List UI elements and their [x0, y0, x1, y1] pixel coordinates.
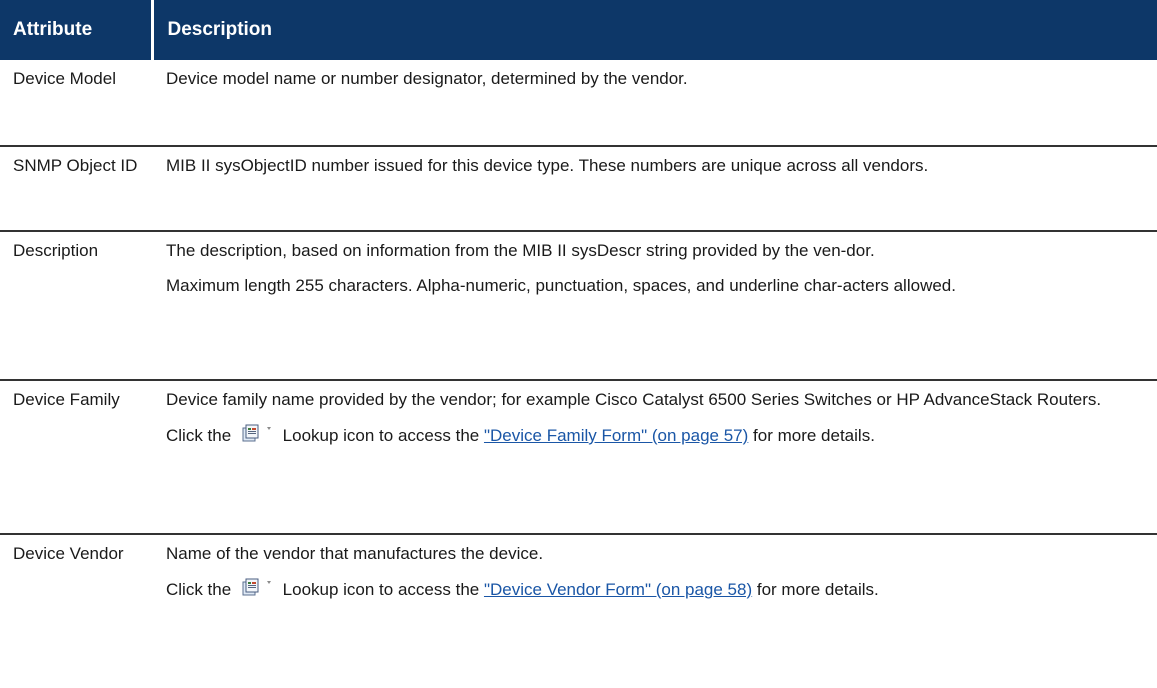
lookup-text-after: Lookup icon to access the: [282, 426, 480, 445]
device-vendor-form-link[interactable]: "Device Vendor Form" (on page 58): [484, 580, 752, 599]
attribute-cell: SNMP Object ID: [0, 146, 152, 232]
lookup-text-before: Click the: [166, 426, 232, 445]
description-cell: MIB II sysObjectID number issued for thi…: [152, 146, 1157, 232]
description-text: The description, based on information fr…: [166, 241, 875, 260]
table-row-device-family: Device Family Device family name provide…: [0, 380, 1157, 535]
attribute-cell: Device Family: [0, 380, 152, 535]
lookup-icon: [240, 424, 274, 444]
attribute-cell: Device Model: [0, 60, 152, 147]
lookup-text-before: Click the: [166, 580, 232, 599]
lookup-instruction: Click the Lookup icon to access the "Dev…: [166, 424, 1137, 447]
table-row-device-model: Device Model Device model name or number…: [0, 60, 1157, 147]
lookup-instruction: Click the Lookup icon to access the "Dev…: [166, 578, 1137, 601]
description-column-header: Description: [152, 0, 1157, 60]
description-cell: Name of the vendor that manufactures the…: [152, 534, 1157, 609]
lookup-text-tail: for more details.: [756, 580, 879, 599]
device-family-form-link[interactable]: "Device Family Form" (on page 57): [484, 426, 748, 445]
table-header-row: Attribute Description: [0, 0, 1157, 60]
description-cell: Device family name provided by the vendo…: [152, 380, 1157, 535]
lookup-text-after: Lookup icon to access the: [282, 580, 480, 599]
description-text: Name of the vendor that manufactures the…: [166, 544, 544, 563]
description-text: Device model name or number designator, …: [166, 69, 688, 88]
description-cell: Device model name or number designator, …: [152, 60, 1157, 147]
description-text: MIB II sysObjectID number issued for thi…: [166, 156, 929, 175]
table-row-description: Description The description, based on in…: [0, 231, 1157, 381]
attribute-cell: Description: [0, 231, 152, 381]
table-row-snmp-object-id: SNMP Object ID MIB II sysObjectID number…: [0, 146, 1157, 232]
description-text: Maximum length 255 characters. Alpha-num…: [166, 276, 956, 295]
description-text: Device family name provided by the vendo…: [166, 390, 1102, 409]
lookup-text-tail: for more details.: [753, 426, 875, 445]
attribute-table: Attribute Description Device Model Devic…: [0, 0, 1157, 609]
table-row-device-vendor: Device Vendor Name of the vendor that ma…: [0, 534, 1157, 609]
description-cell: The description, based on information fr…: [152, 231, 1157, 381]
lookup-icon: [240, 578, 274, 598]
attribute-column-header: Attribute: [0, 0, 154, 60]
attribute-cell: Device Vendor: [13, 544, 124, 563]
